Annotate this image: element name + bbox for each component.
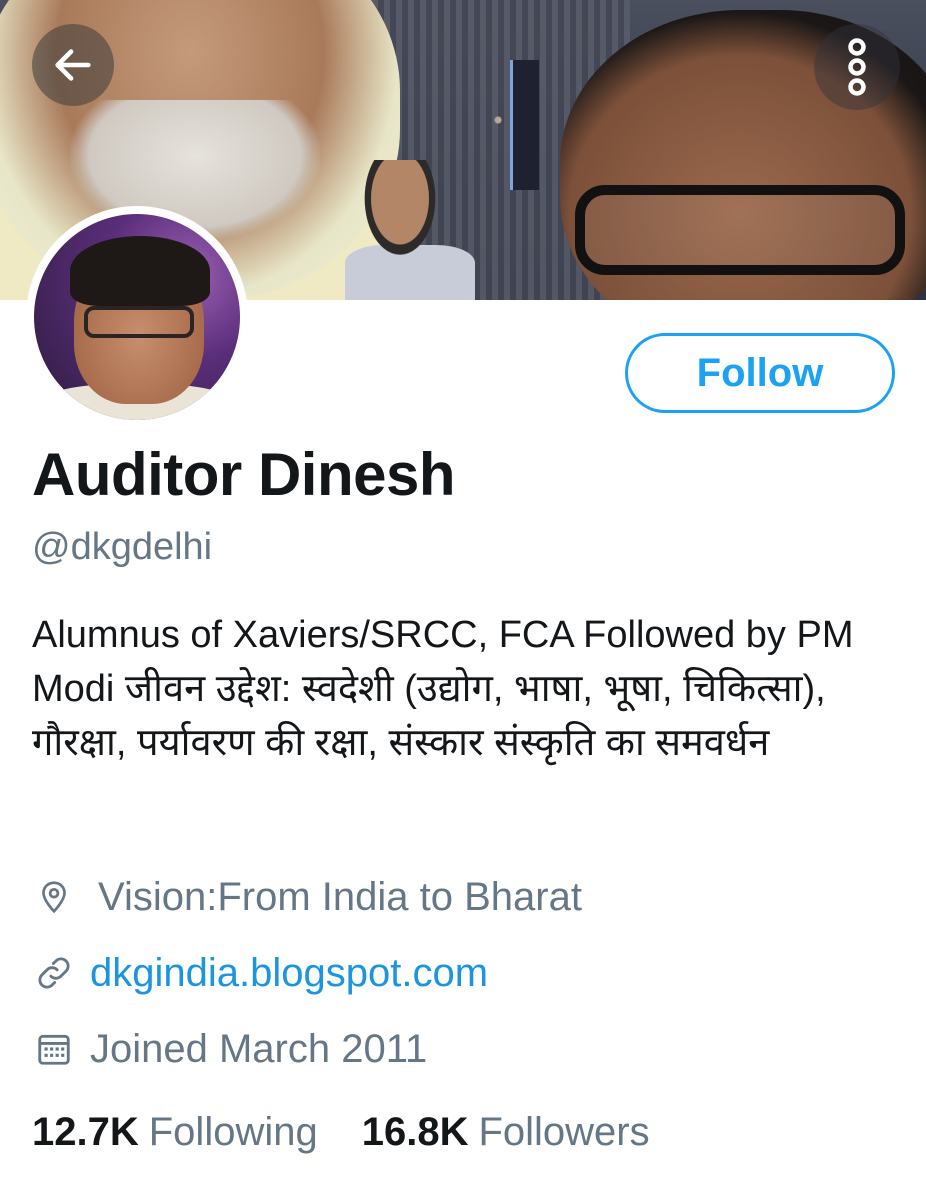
website-link[interactable]: dkgindia.blogspot.com (90, 951, 488, 996)
following-stat[interactable]: 12.7K Following (32, 1110, 318, 1155)
join-date-text: Joined March 2011 (90, 1026, 428, 1071)
follow-button[interactable]: Follow (625, 333, 895, 413)
more-vertical-icon (848, 38, 866, 96)
profile-stats: 12.7K Following 16.8K Followers (32, 1110, 650, 1155)
link-icon (32, 951, 76, 995)
arrow-left-icon (55, 49, 91, 81)
location-pin-icon (32, 875, 76, 919)
more-options-button[interactable] (814, 24, 900, 110)
profile-website[interactable]: dkgindia.blogspot.com (32, 948, 488, 998)
profile-location: Vision:From India to Bharat (32, 872, 582, 922)
calendar-icon (32, 1027, 76, 1071)
profile-bio: Alumnus of Xaviers/SRCC, FCA Followed by… (32, 614, 854, 764)
profile-handle: @dkgdelhi (32, 526, 213, 568)
followers-stat[interactable]: 16.8K Followers (362, 1110, 650, 1155)
location-text: Vision:From India to Bharat (98, 874, 582, 919)
back-button[interactable] (32, 24, 114, 106)
profile-join-date: Joined March 2011 (32, 1024, 427, 1074)
avatar-image (34, 214, 240, 420)
followers-count: 16.8K (361, 1110, 469, 1154)
following-count: 12.7K (32, 1110, 139, 1154)
following-label: Following (148, 1110, 318, 1154)
profile-name: Auditor Dinesh (32, 441, 456, 508)
followers-label: Followers (478, 1110, 650, 1154)
profile-avatar[interactable] (26, 206, 248, 428)
